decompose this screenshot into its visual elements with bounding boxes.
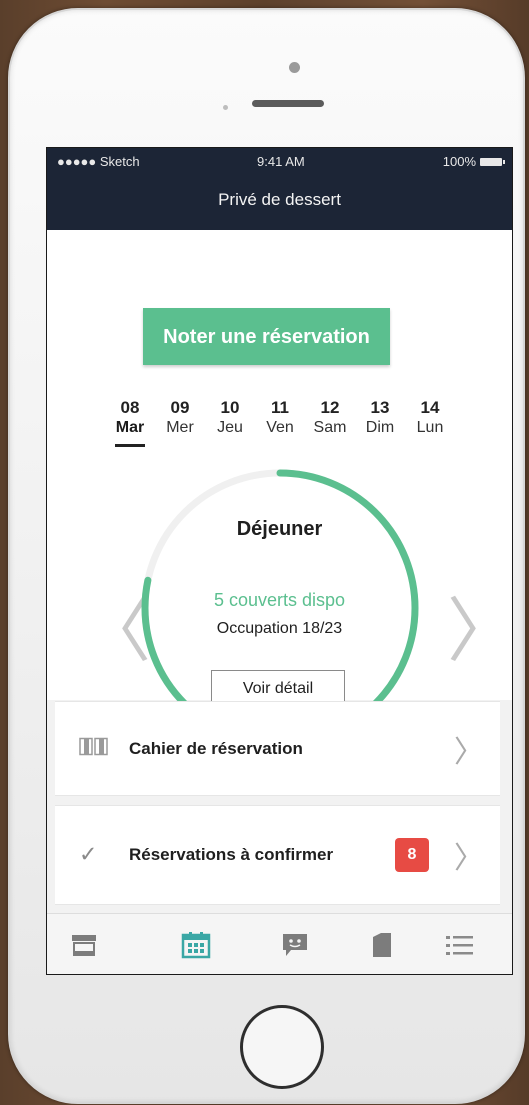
tab-calendar[interactable]	[181, 930, 211, 960]
store-icon	[72, 935, 96, 956]
service-panel: Noter une réservation 08 Mar 09 Mer 10 J…	[47, 230, 512, 747]
list-item-pending-reservations[interactable]: ✓ Réservations à confirmer 8 〉	[55, 805, 500, 905]
battery-percent: 100%	[442, 154, 476, 169]
home-button[interactable]	[240, 1005, 324, 1089]
day-number: 12	[320, 398, 340, 417]
day-number: 14	[420, 398, 440, 417]
pending-count-badge: 8	[395, 838, 429, 872]
day-number: 11	[271, 398, 289, 417]
status-time: 9:41 AM	[257, 154, 305, 169]
active-day-indicator	[115, 444, 145, 447]
tab-documents[interactable]	[367, 930, 397, 960]
list-item-label: Cahier de réservation	[129, 738, 303, 758]
proximity-sensor	[223, 105, 228, 110]
front-camera	[289, 62, 300, 73]
battery-icon	[480, 157, 505, 166]
check-icon: ✓	[79, 842, 98, 868]
occupation-count: Occupation 18/23	[216, 620, 343, 637]
calendar-icon	[181, 932, 211, 959]
top-bar: ●●●●● Sketch 9:41 AM 100% Privé de desse…	[47, 148, 512, 230]
list-icon	[446, 936, 473, 955]
day-number: 13	[370, 398, 390, 417]
day-name: Lun	[416, 419, 444, 436]
day-number: 09	[170, 398, 190, 417]
day-item-14[interactable]: 14 Lun	[405, 398, 455, 447]
note-reservation-button[interactable]: Noter une réservation	[143, 308, 390, 365]
day-item-09[interactable]: 09 Mer	[155, 398, 205, 447]
day-number: 10	[220, 398, 240, 417]
app-screen: ●●●●● Sketch 9:41 AM 100% Privé de desse…	[46, 147, 513, 975]
chat-icon	[283, 934, 307, 956]
tab-messages[interactable]	[280, 930, 310, 960]
page-title: Privé de dessert	[218, 190, 341, 209]
battery-status: 100%	[442, 154, 505, 169]
service-title: Déjeuner	[236, 518, 323, 540]
day-name: Mer	[166, 419, 194, 436]
day-name: Dim	[365, 419, 395, 436]
day-number: 08	[120, 398, 140, 417]
day-name: Mar	[115, 419, 145, 436]
carrier-label: ●●●●● Sketch	[57, 154, 140, 169]
day-name: Sam	[313, 419, 347, 436]
day-name: Jeu	[217, 419, 243, 436]
day-item-13[interactable]: 13 Dim	[355, 398, 405, 447]
day-item-10[interactable]: 10 Jeu	[205, 398, 255, 447]
tab-store[interactable]	[69, 930, 99, 960]
day-item-08[interactable]: 08 Mar	[105, 398, 155, 447]
earpiece-speaker	[252, 100, 324, 107]
tab-list[interactable]	[445, 930, 475, 960]
book-icon	[79, 736, 109, 761]
tab-bar	[47, 913, 512, 974]
day-item-12[interactable]: 12 Sam	[305, 398, 355, 447]
list-item-label: Réservations à confirmer	[129, 845, 334, 864]
chevron-right-icon: 〉	[454, 841, 484, 876]
document-icon	[373, 933, 391, 957]
list-item-reservation-book[interactable]: Cahier de réservation 〉	[55, 701, 500, 796]
day-name: Ven	[266, 419, 294, 436]
available-covers: 5 couverts dispo	[213, 590, 346, 610]
day-selector: 08 Mar 09 Mer 10 Jeu 11 Ven 12 Sam 13 Di…	[105, 398, 455, 447]
chevron-right-icon: 〉	[454, 734, 484, 770]
day-item-11[interactable]: 11 Ven	[255, 398, 305, 447]
